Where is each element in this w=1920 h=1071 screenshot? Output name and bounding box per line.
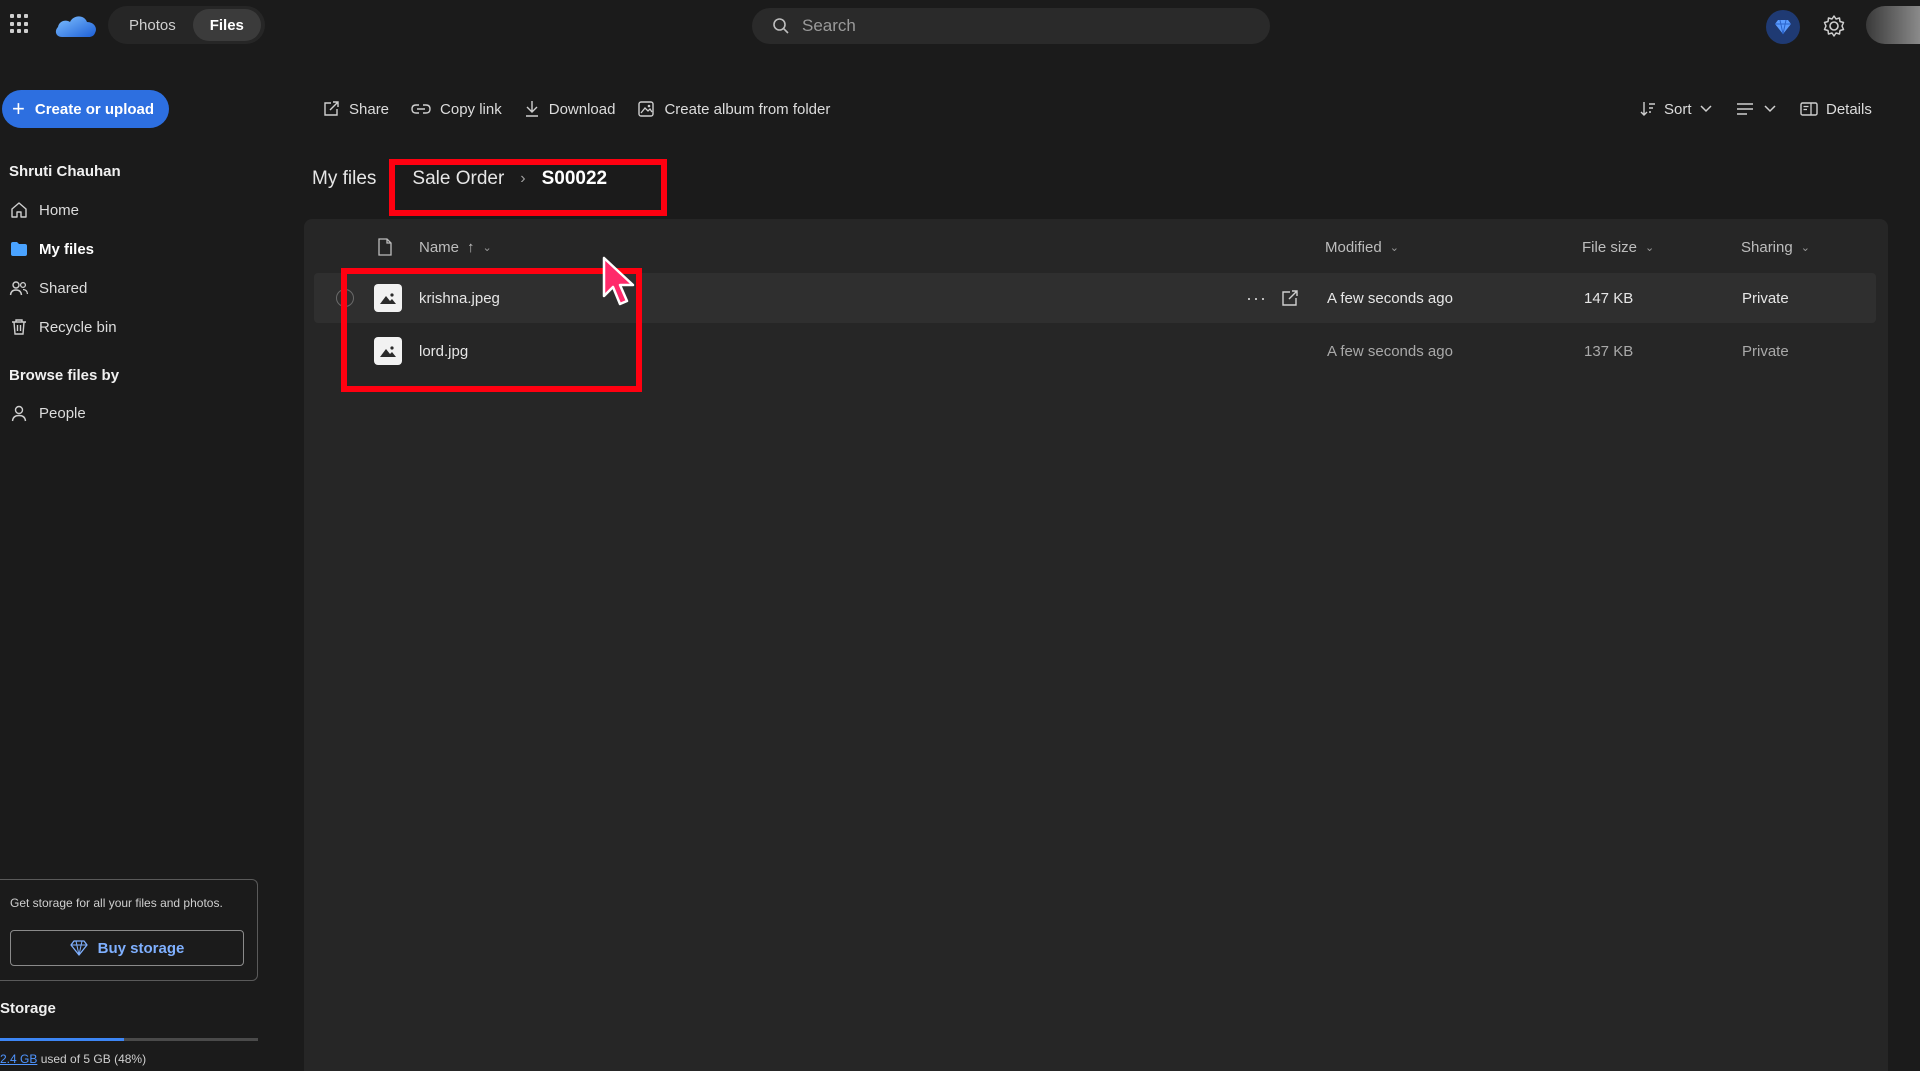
sidebar-item-people[interactable]: People [9, 399, 86, 427]
browse-files-by-heading: Browse files by [9, 367, 120, 384]
diamond-icon [69, 940, 88, 956]
people-icon [9, 278, 29, 298]
sort-icon [1640, 102, 1655, 116]
share-label: Share [349, 100, 390, 118]
sidebar-item-label: Home [39, 201, 80, 219]
download-label: Download [548, 100, 616, 118]
buy-storage-label: Buy storage [97, 939, 185, 957]
more-options-icon[interactable]: ··· [1246, 273, 1267, 323]
file-size-column-header[interactable]: File size ⌄ [1582, 236, 1654, 258]
promo-text: Get storage for all your files and photo… [10, 896, 223, 910]
sort-label: Sort [1664, 100, 1692, 118]
sidebar-item-my-files[interactable]: My files [9, 235, 94, 263]
sidebar-item-shared[interactable]: Shared [9, 274, 87, 302]
sidebar-item-label: Recycle bin [39, 318, 117, 336]
details-button[interactable]: Details [1800, 96, 1872, 122]
sidebar-item-recycle-bin[interactable]: Recycle bin [9, 313, 117, 341]
list-view-icon [1737, 103, 1753, 115]
chevron-down-icon: ⌄ [1645, 241, 1655, 254]
share-icon[interactable] [1280, 288, 1300, 308]
search-input[interactable]: Search [802, 16, 856, 36]
file-modified: A few seconds ago [1327, 342, 1453, 360]
diamond-icon [1775, 19, 1791, 35]
link-icon [411, 104, 431, 114]
sharing-column-label: Sharing [1741, 238, 1793, 256]
create-album-button[interactable]: Create album from folder [637, 100, 830, 118]
file-sharing[interactable]: Private [1742, 326, 1789, 376]
chevron-down-icon: ⌄ [482, 241, 492, 254]
file-size-column-label: File size [1582, 238, 1638, 256]
sharing-column-header[interactable]: Sharing ⌄ [1741, 236, 1810, 258]
file-size: 137 KB [1584, 342, 1634, 360]
sidebar: + Create or upload Shruti Chauhan Home M… [0, 52, 260, 1071]
mouse-cursor-icon [602, 256, 635, 306]
file-sharing[interactable]: Private [1742, 273, 1789, 323]
breadcrumb-highlight-box [389, 159, 667, 216]
sidebar-item-home[interactable]: Home [9, 196, 79, 224]
buy-storage-button[interactable]: Buy storage [10, 930, 244, 966]
details-label: Details [1826, 100, 1872, 118]
storage-usage-text: 2.4 GB used of 5 GB (48%) [0, 1052, 146, 1066]
file-size: 147 KB [1584, 289, 1634, 307]
view-switcher: Photos Files [108, 6, 265, 44]
details-pane-icon [1800, 102, 1818, 116]
account-avatar[interactable] [1866, 6, 1920, 44]
file-type-column-header[interactable] [378, 236, 392, 258]
chevron-down-icon: ⌄ [1389, 241, 1399, 254]
create-or-upload-label: Create or upload [34, 100, 155, 118]
app-launcher-icon[interactable] [10, 14, 30, 34]
tab-photos[interactable]: Photos [112, 9, 193, 41]
download-button[interactable]: Download [524, 100, 616, 118]
modified-column-header[interactable]: Modified ⌄ [1325, 236, 1399, 258]
breadcrumb-my-files[interactable]: My files [312, 168, 376, 190]
user-name: Shruti Chauhan [9, 163, 121, 180]
copy-link-label: Copy link [440, 100, 502, 118]
album-icon [638, 101, 655, 117]
storage-progress-fill [0, 1038, 124, 1041]
storage-progress-bar [0, 1038, 258, 1041]
storage-usage-rest: used of 5 GB (48%) [37, 1052, 147, 1066]
name-column-label: Name [419, 238, 460, 256]
files-highlight-box [341, 268, 642, 392]
search-icon [773, 18, 789, 34]
top-bar: Photos Files Search [0, 0, 1920, 52]
trash-icon [9, 317, 29, 337]
storage-promo-card: Get storage for all your files and photo… [0, 879, 258, 981]
file-modified: A few seconds ago [1327, 289, 1453, 307]
name-column-header[interactable]: Name ↑ ⌄ [419, 236, 492, 258]
storage-used-link[interactable]: 2.4 GB [0, 1052, 37, 1066]
chevron-down-icon: ⌄ [1800, 241, 1810, 254]
tab-files[interactable]: Files [192, 9, 261, 41]
folder-icon [9, 239, 29, 259]
sidebar-item-label: People [39, 404, 86, 422]
home-icon [9, 200, 29, 220]
sort-button[interactable]: Sort [1640, 96, 1720, 122]
person-icon [9, 403, 29, 423]
share-button[interactable]: Share [322, 100, 389, 118]
sidebar-item-label: Shared [39, 279, 88, 297]
chevron-down-icon [1764, 105, 1776, 113]
create-or-upload-button[interactable]: + Create or upload [2, 90, 169, 128]
chevron-down-icon [1699, 105, 1712, 113]
onedrive-app: Photos Files Search + Create or upload S… [0, 0, 1920, 1071]
settings-gear-icon[interactable] [1820, 12, 1848, 40]
sidebar-item-label: My files [39, 240, 95, 258]
onedrive-logo[interactable] [54, 11, 98, 39]
share-icon [324, 101, 339, 116]
document-icon [378, 238, 392, 256]
copy-link-button[interactable]: Copy link [411, 101, 502, 118]
view-options-button[interactable] [1736, 96, 1784, 122]
command-bar: Share Copy link Download Create album fr… [322, 96, 852, 122]
download-icon [525, 101, 538, 117]
search-box[interactable]: Search [752, 8, 1270, 44]
modified-column-label: Modified [1325, 238, 1382, 256]
create-album-label: Create album from folder [664, 100, 831, 118]
plus-icon: + [12, 96, 25, 121]
premium-button[interactable] [1766, 10, 1800, 44]
storage-heading: Storage [0, 1000, 56, 1017]
sort-ascending-icon: ↑ [467, 238, 475, 256]
